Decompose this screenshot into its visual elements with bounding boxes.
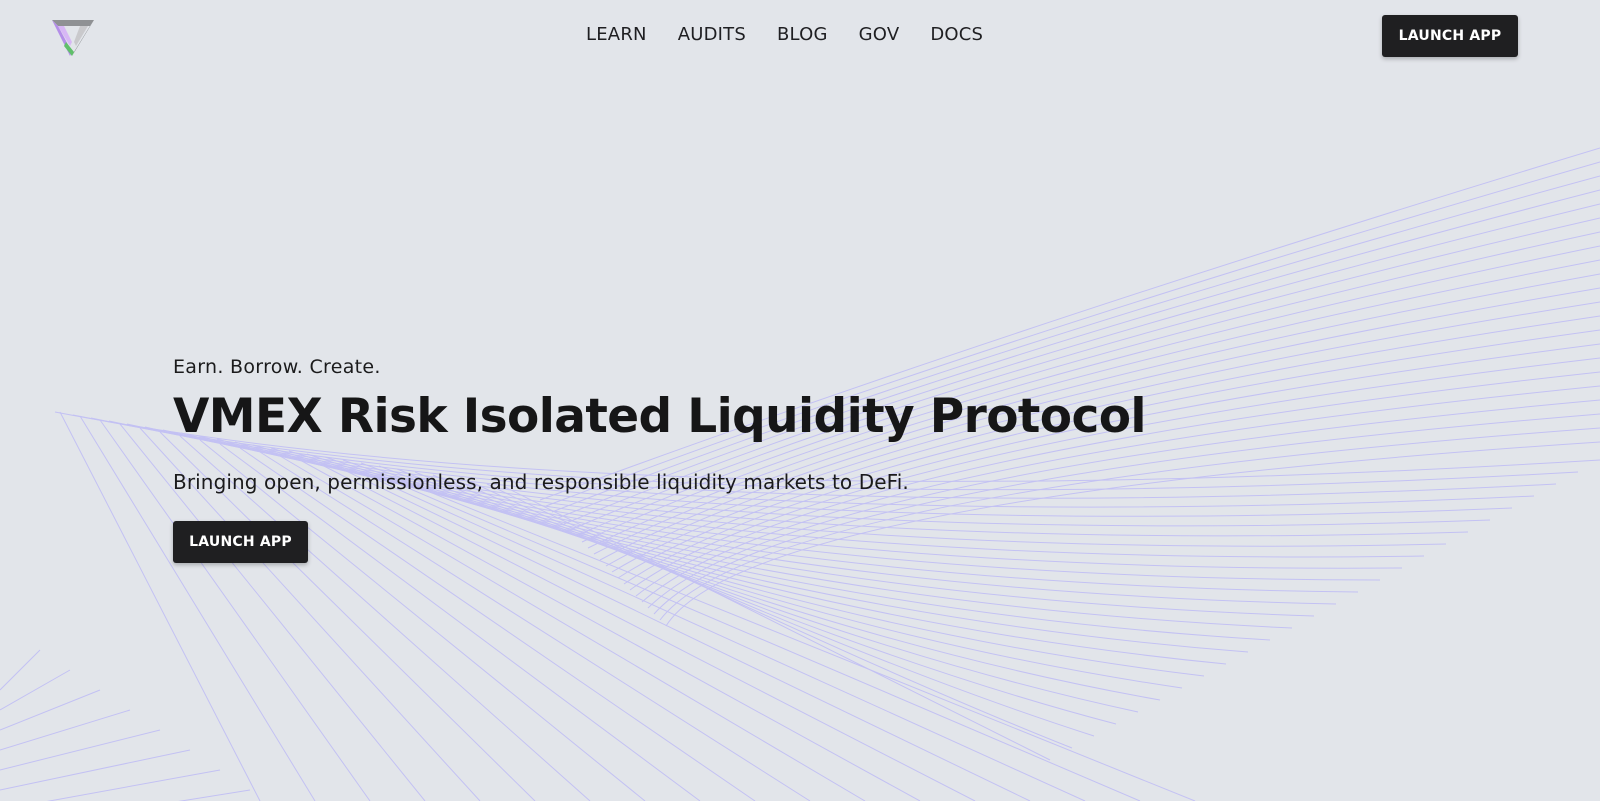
main-nav: LEARN AUDITS BLOG GOV DOCS [586,22,983,48]
header-launch-app-button[interactable]: LAUNCH APP [1382,15,1518,57]
nav-item-gov[interactable]: GOV [859,22,900,48]
nav-item-blog[interactable]: BLOG [777,22,828,48]
hero-subtitle: Bringing open, permissionless, and respo… [173,470,909,494]
hero-launch-app-button[interactable]: LAUNCH APP [173,521,308,563]
nav-item-docs[interactable]: DOCS [930,22,983,48]
hero-title: VMEX Risk Isolated Liquidity Protocol [173,389,1147,444]
nav-item-audits[interactable]: AUDITS [678,22,746,48]
hero-section: Earn. Borrow. Create. VMEX Risk Isolated… [173,354,1147,563]
site-header: LEARN AUDITS BLOG GOV DOCS LAUNCH APP [0,0,1600,72]
hero-eyebrow: Earn. Borrow. Create. [173,356,381,378]
landing-page: LEARN AUDITS BLOG GOV DOCS LAUNCH APP Ea… [0,0,1600,801]
nav-item-learn[interactable]: LEARN [586,22,647,48]
vmex-triangle-logo-icon[interactable] [50,16,96,58]
